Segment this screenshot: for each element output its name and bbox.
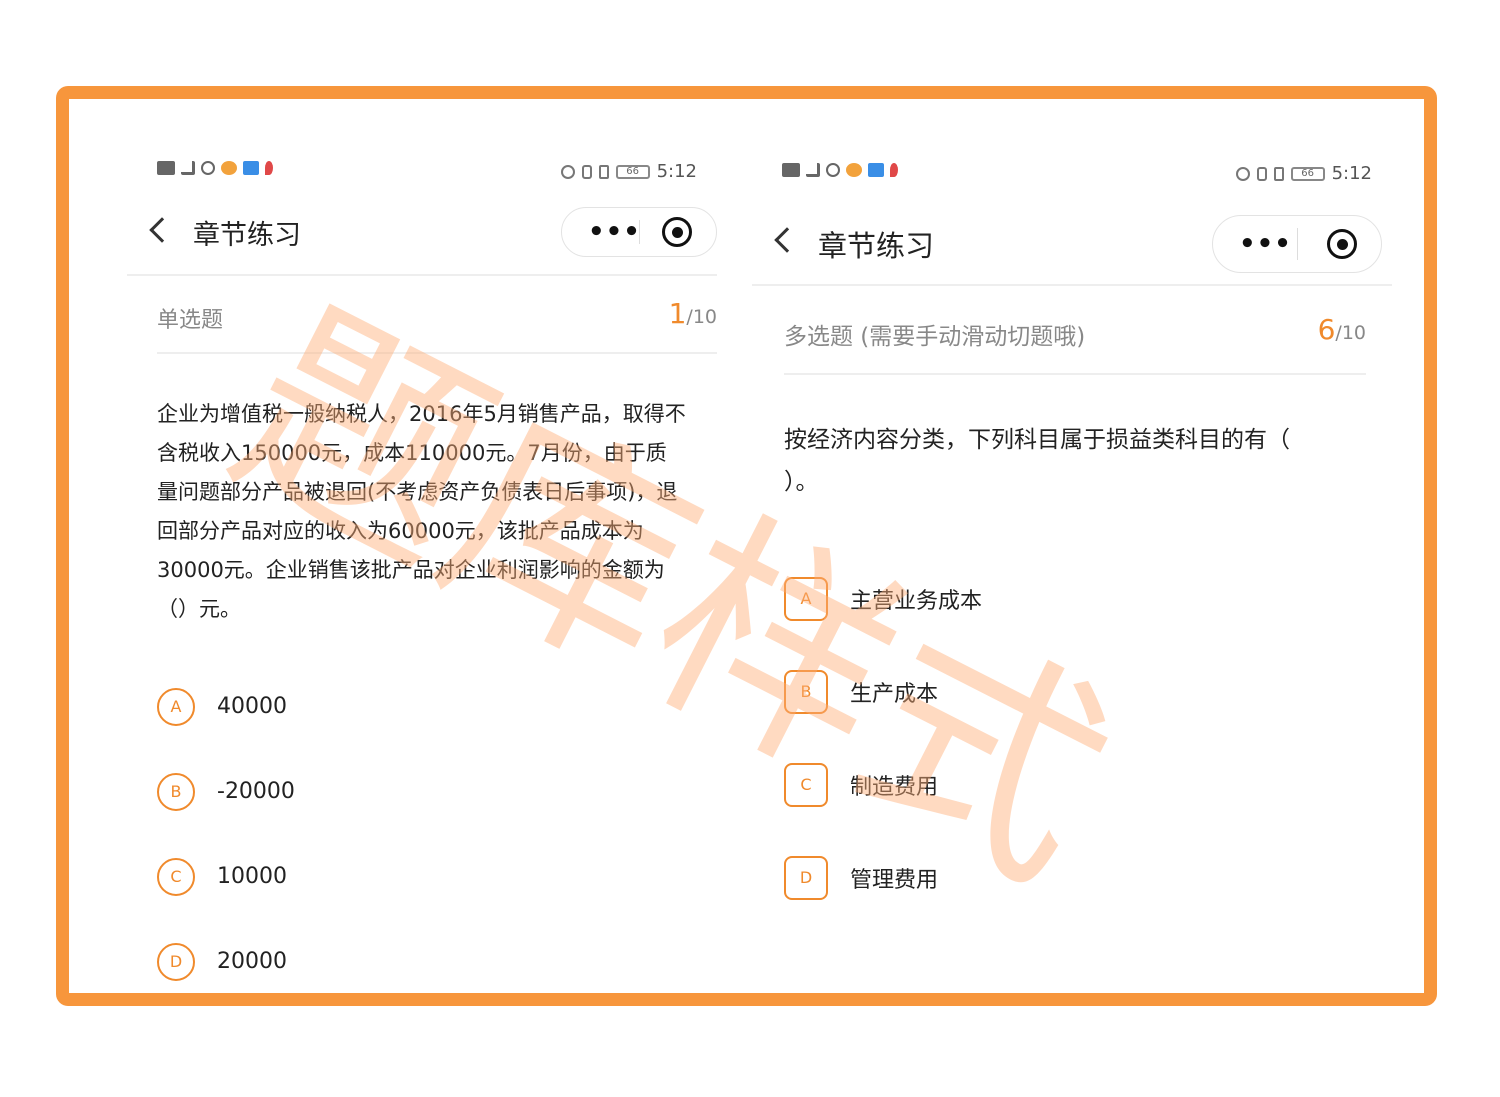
option-letter-badge: A [157, 687, 195, 726]
wifi-icon [826, 163, 840, 177]
option-letter-badge: D [157, 942, 195, 981]
nav-divider [127, 274, 717, 276]
vibrate-icon [1273, 166, 1284, 181]
signal-icon [181, 161, 195, 175]
more-icon[interactable]: ••• [1239, 231, 1292, 257]
close-target-icon[interactable] [662, 217, 692, 247]
question-progress: 1/10 [669, 297, 717, 330]
option-letter-badge: D [784, 855, 828, 900]
question-total: /10 [1335, 322, 1366, 344]
alarm-icon [1235, 166, 1250, 181]
options-list: A 主营业务成本 B 生产成本 C 制造费用 D 管理费用 [784, 552, 1304, 924]
option-text: 生产成本 [850, 681, 939, 707]
option-text: 主营业务成本 [850, 588, 983, 614]
phone-screen-single-choice: 66 5:12 章节练习 ••• 单选题 1/10 企业为增值税一般纳税人，20… [127, 99, 717, 993]
option-d[interactable]: D 管理费用 [784, 831, 1304, 924]
option-letter-badge: A [784, 576, 828, 621]
back-arrow-icon[interactable] [149, 217, 175, 243]
question-total: /10 [686, 306, 717, 328]
weibo-icon [221, 161, 237, 175]
nav-divider [752, 284, 1392, 286]
option-letter-badge: C [784, 762, 828, 807]
option-text: 20000 [217, 949, 287, 974]
option-text: -20000 [217, 779, 295, 804]
option-letter-badge: C [157, 857, 195, 896]
app-notification-icon [868, 163, 884, 177]
capsule-divider [1297, 228, 1298, 260]
question-text: 按经济内容分类，下列科目属于损益类科目的有（ ）。 [784, 427, 1290, 495]
more-icon[interactable]: ••• [588, 219, 641, 245]
app-notification-icon [243, 161, 259, 175]
option-text: 管理费用 [850, 867, 939, 893]
phone-screen-multiple-choice: 66 5:12 章节练习 ••• 多选题 (需要手动滑动切题哦) 6/10 按经… [752, 99, 1392, 993]
option-letter-badge: B [157, 772, 195, 811]
battery-icon: 66 [615, 164, 650, 179]
nav-bar: 章节练习 ••• [127, 207, 717, 267]
location-icon [265, 161, 273, 175]
weibo-icon [846, 163, 862, 177]
option-b[interactable]: B -20000 [157, 749, 657, 834]
option-d[interactable]: D 20000 [157, 919, 657, 993]
location-icon [890, 163, 898, 177]
hd-icon [157, 161, 175, 175]
option-letter-badge: B [784, 669, 828, 714]
header-divider [784, 373, 1366, 375]
question-index: 6 [1317, 313, 1336, 346]
status-bar: 66 5:12 [157, 161, 697, 185]
status-bar: 66 5:12 [782, 163, 1372, 187]
options-list: A 40000 B -20000 C 10000 D 20000 [157, 664, 657, 993]
page-title: 章节练习 [193, 220, 301, 251]
option-text: 10000 [217, 864, 287, 889]
close-target-icon[interactable] [1327, 229, 1357, 259]
status-time: 5:12 [1331, 163, 1372, 184]
battery-icon: 66 [1290, 166, 1325, 181]
option-a[interactable]: A 主营业务成本 [784, 552, 1304, 645]
option-text: 40000 [217, 694, 287, 719]
header-divider [157, 352, 717, 354]
option-c[interactable]: C 10000 [157, 834, 657, 919]
hd-icon [782, 163, 800, 177]
bluetooth-icon [581, 164, 592, 179]
option-text: 制造费用 [850, 774, 939, 800]
mini-program-capsule: ••• [1212, 215, 1382, 273]
option-b[interactable]: B 生产成本 [784, 645, 1304, 738]
option-c[interactable]: C 制造费用 [784, 738, 1304, 831]
back-arrow-icon[interactable] [774, 227, 800, 253]
vibrate-icon [598, 164, 609, 179]
question-index: 1 [668, 297, 687, 330]
nav-bar: 章节练习 ••• [752, 211, 1392, 273]
alarm-icon [560, 164, 575, 179]
question-type: 多选题 (需要手动滑动切题哦) [784, 324, 1086, 350]
capsule-divider [639, 220, 640, 244]
mini-program-capsule: ••• [561, 207, 717, 257]
option-a[interactable]: A 40000 [157, 664, 657, 749]
question-text: 企业为增值税一般纳税人，2016年5月销售产品，取得不含税收入150000元，成… [157, 402, 686, 621]
status-time: 5:12 [656, 161, 697, 182]
signal-icon [806, 163, 820, 177]
wifi-icon [201, 161, 215, 175]
question-type: 单选题 [157, 308, 224, 333]
question-progress: 6/10 [1318, 313, 1366, 346]
page-title: 章节练习 [818, 229, 935, 263]
bluetooth-icon [1256, 166, 1267, 181]
screenshot-frame: 66 5:12 章节练习 ••• 单选题 1/10 企业为增值税一般纳税人，20… [56, 86, 1437, 1006]
